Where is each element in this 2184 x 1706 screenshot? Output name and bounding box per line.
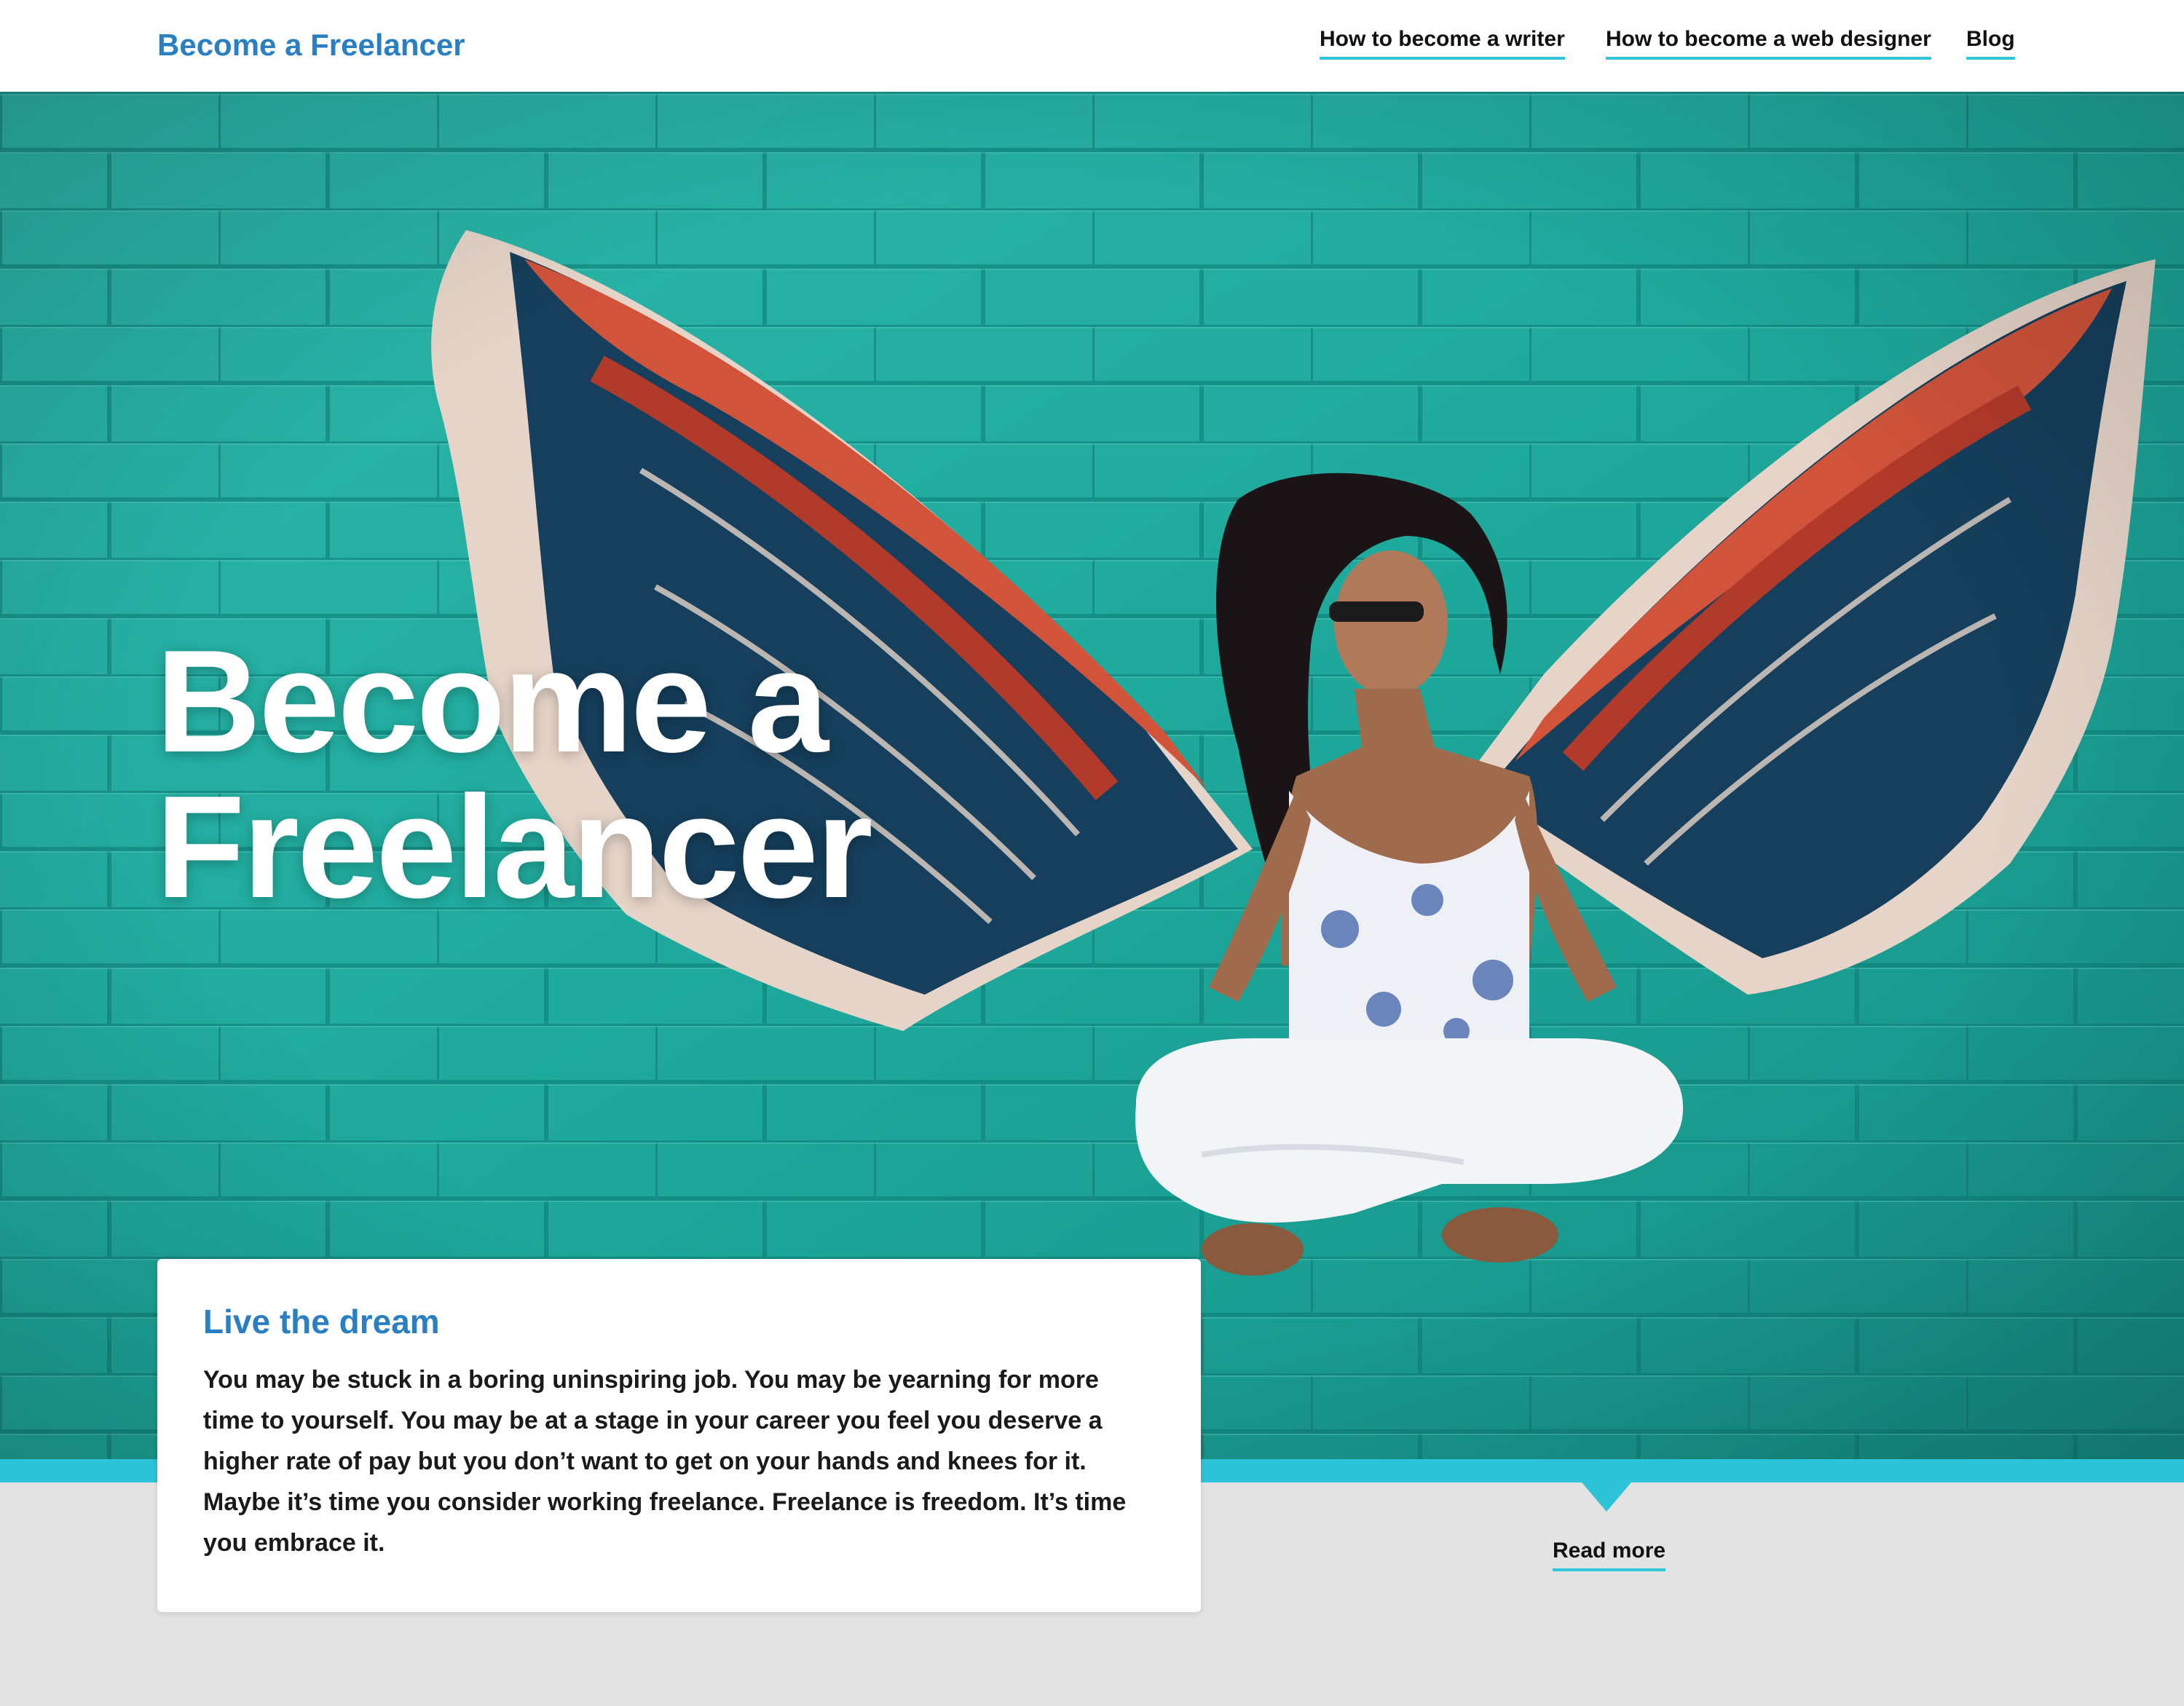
site-title-link[interactable]: Become a Freelancer — [157, 25, 465, 66]
hero-title-line-2: Freelancer — [156, 766, 873, 928]
hero-section: Become a Freelancer — [0, 92, 2184, 1459]
nav-link-blog[interactable]: Blog — [1966, 25, 2015, 60]
hero-title-line-1: Become a — [156, 620, 829, 783]
site-header: Become a Freelancer How to become a writ… — [0, 0, 2184, 92]
hero-title: Become a Freelancer — [156, 620, 873, 928]
nav-link-writer[interactable]: How to become a writer — [1320, 25, 1565, 60]
accent-notch-arrow — [1582, 1482, 1631, 1512]
live-the-dream-card: Live the dream You may be stuck in a bor… — [157, 1259, 1201, 1612]
read-more-link[interactable]: Read more — [1553, 1536, 1666, 1571]
card-body-text: You may be stuck in a boring uninspiring… — [203, 1366, 1127, 1557]
nav-link-web-designer[interactable]: How to become a web designer — [1606, 25, 1931, 60]
card-title: Live the dream — [203, 1303, 440, 1340]
